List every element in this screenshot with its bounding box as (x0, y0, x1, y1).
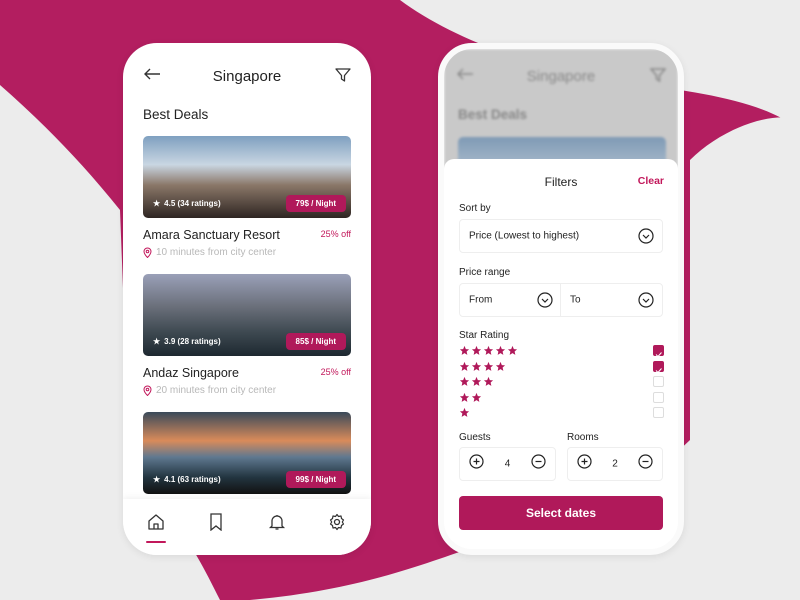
sort-by-select[interactable]: Price (Lowest to highest) (459, 219, 663, 253)
star-icon: ★ (153, 337, 161, 346)
rooms-label: Rooms (567, 432, 599, 443)
star-icon (483, 376, 494, 386)
settings-icon (329, 513, 345, 531)
hotel-image: ★ 3.9 (28 ratings) 85$ / Night (143, 274, 351, 356)
location-pin-icon (143, 247, 152, 258)
guests-decrement-button[interactable] (531, 454, 546, 474)
rating: ★ 3.9 (28 ratings) (153, 337, 221, 346)
bell-icon (268, 515, 286, 530)
star-icon: ★ (153, 199, 161, 208)
star-icon (471, 376, 482, 386)
guests-stepper: 4 (459, 447, 556, 481)
nav-bookmarks[interactable] (205, 513, 227, 537)
location: 10 minutes from city center (143, 247, 351, 258)
star-icon (483, 361, 494, 371)
star-icon (471, 345, 482, 355)
star-rating-checkbox[interactable] (653, 376, 664, 387)
star-icon (459, 392, 470, 402)
discount: 25% off (320, 229, 351, 239)
hotel-card[interactable]: ★ 4.1 (63 ratings) 99$ / Night (143, 412, 351, 494)
star-rating-3 (459, 376, 494, 387)
filters-screen: Singapore Best Deals Filters Clear Sort … (438, 43, 684, 555)
home-icon (148, 514, 164, 530)
rating: ★ 4.1 (63 ratings) (153, 475, 221, 484)
nav-notifications[interactable] (266, 513, 288, 537)
section-title: Best Deals (143, 107, 209, 122)
nav-home[interactable] (145, 513, 167, 543)
star-rating-checkbox[interactable] (653, 360, 664, 373)
star-icon (495, 361, 506, 371)
star-icon (471, 392, 482, 402)
star-icon (459, 376, 470, 386)
star-icon (459, 345, 470, 355)
rooms-decrement-button[interactable] (638, 454, 653, 474)
star-rating-1 (459, 407, 470, 418)
location: 20 minutes from city center (143, 385, 351, 396)
price-from-select[interactable]: From (459, 283, 562, 317)
price-badge: 85$ / Night (285, 333, 346, 350)
price-range-label: Price range (459, 267, 511, 278)
nav-settings[interactable] (326, 513, 348, 537)
minus-circle-icon (638, 454, 653, 469)
star-rating-5 (459, 345, 518, 356)
check-icon (655, 352, 662, 358)
filter-sheet: Filters Clear Sort by Price (Lowest to h… (444, 159, 678, 549)
bookmark-icon (210, 513, 222, 531)
filter-icon (335, 68, 351, 82)
star-rating-checkbox[interactable] (653, 407, 664, 418)
chevron-down-icon (638, 292, 654, 308)
star-icon (495, 345, 506, 355)
select-dates-button[interactable]: Select dates (459, 496, 663, 530)
star-rating-4 (459, 361, 506, 372)
page-title: Singapore (212, 68, 282, 85)
guests-label: Guests (459, 432, 491, 443)
price-badge: 99$ / Night (285, 471, 346, 488)
star-rating-2 (459, 392, 482, 403)
hotel-card[interactable]: ★ 3.9 (28 ratings) 85$ / Night Andaz Sing… (143, 274, 351, 396)
discount: 25% off (320, 367, 351, 377)
star-icon (483, 345, 494, 355)
hotel-card[interactable]: ★ 4.5 (34 ratings) 79$ / Night Amara Sanc… (143, 136, 351, 258)
star-icon (471, 361, 482, 371)
hotel-image: ★ 4.5 (34 ratings) 79$ / Night (143, 136, 351, 218)
star-icon: ★ (153, 475, 161, 484)
hotel-image: ★ 4.1 (63 ratings) 99$ / Night (143, 412, 351, 494)
sort-by-label: Sort by (459, 203, 491, 214)
filter-button[interactable] (335, 67, 351, 88)
hotel-list-screen: Singapore Best Deals ★ 4.5 (34 ratings) 7… (123, 43, 371, 555)
location-pin-icon (143, 385, 152, 396)
rating: ★ 4.5 (34 ratings) (153, 199, 221, 208)
chevron-down-icon (537, 292, 553, 308)
filter-icon (649, 68, 667, 83)
header: Singapore (123, 63, 371, 91)
section-title: Best Deals (458, 107, 528, 122)
star-icon (459, 407, 470, 417)
star-rating-label: Star Rating (459, 330, 510, 341)
bottom-nav (123, 499, 371, 555)
check-icon (655, 367, 662, 373)
chevron-down-icon (638, 228, 654, 244)
price-to-select[interactable]: To (560, 283, 663, 317)
star-icon (507, 345, 518, 355)
rooms-stepper: 2 (567, 447, 663, 481)
minus-circle-icon (531, 454, 546, 469)
clear-button[interactable]: Clear (638, 175, 664, 187)
page-title: Singapore (526, 68, 596, 85)
star-icon (459, 361, 470, 371)
star-rating-checkbox[interactable] (653, 345, 664, 358)
price-badge: 79$ / Night (285, 195, 346, 212)
star-rating-checkbox[interactable] (653, 391, 664, 403)
filter-button (649, 67, 667, 88)
